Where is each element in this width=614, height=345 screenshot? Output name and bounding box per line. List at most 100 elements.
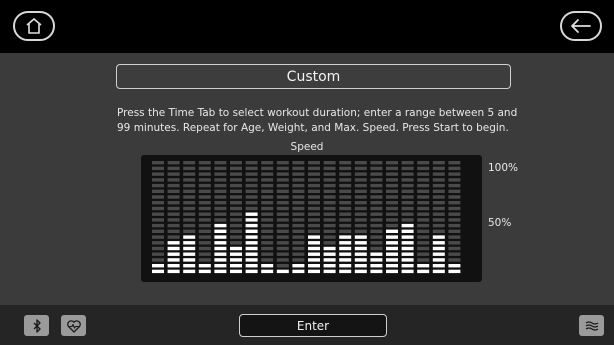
- bar-segment-unlit: [183, 195, 196, 199]
- bar-segment-unlit: [261, 183, 274, 188]
- heart-rate-button[interactable]: [61, 315, 86, 336]
- speed-bar[interactable]: [354, 161, 367, 274]
- bluetooth-button[interactable]: [24, 315, 49, 336]
- speed-bar[interactable]: [167, 161, 180, 274]
- speed-bar[interactable]: [261, 161, 274, 274]
- speed-chart[interactable]: [141, 155, 482, 282]
- bar-segment-lit: [245, 269, 258, 274]
- speed-bar[interactable]: [214, 161, 227, 274]
- bar-segment-unlit: [354, 178, 367, 182]
- bar-segment-unlit: [292, 161, 305, 165]
- enter-button[interactable]: Enter: [239, 314, 387, 337]
- speed-bar[interactable]: [339, 161, 352, 274]
- speed-bar[interactable]: [417, 161, 430, 274]
- bar-segment-lit: [432, 246, 445, 251]
- bar-segment-unlit: [370, 223, 383, 228]
- bar-segment-lit: [230, 246, 242, 251]
- bar-segment-unlit: [323, 166, 336, 171]
- speed-bar[interactable]: [292, 161, 305, 274]
- bar-segment-unlit: [354, 189, 367, 193]
- bar-segment-unlit: [152, 212, 164, 216]
- bar-segment-unlit: [417, 241, 430, 245]
- bar-segment-unlit: [292, 166, 305, 171]
- bar-segment-unlit: [152, 223, 164, 228]
- speed-bar[interactable]: [198, 161, 211, 274]
- bar-segment-unlit: [323, 189, 336, 193]
- bar-segment-lit: [198, 269, 211, 274]
- speed-bar[interactable]: [370, 161, 383, 274]
- home-button[interactable]: [13, 11, 55, 41]
- speed-bar[interactable]: [230, 161, 242, 274]
- bar-segment-lit: [167, 246, 180, 251]
- bar-segment-unlit: [323, 218, 336, 222]
- bar-segment-unlit: [370, 229, 383, 233]
- bar-segment-unlit: [417, 183, 430, 188]
- bar-segment-lit: [183, 269, 196, 274]
- bar-segment-lit: [245, 252, 258, 256]
- bar-segment-unlit: [167, 166, 180, 171]
- bar-segment-unlit: [230, 161, 242, 165]
- bar-segment-lit: [386, 264, 398, 268]
- speed-bar[interactable]: [386, 161, 398, 274]
- bar-segment-unlit: [276, 229, 289, 233]
- bar-segment-unlit: [401, 172, 414, 176]
- bar-segment-unlit: [417, 212, 430, 216]
- bar-segment-unlit: [152, 218, 164, 222]
- bar-segment-unlit: [401, 218, 414, 222]
- bar-segment-lit: [339, 235, 352, 239]
- bar-segment-lit: [432, 241, 445, 245]
- bar-segment-unlit: [292, 223, 305, 228]
- bar-segment-lit: [308, 241, 320, 245]
- bar-segment-unlit: [167, 235, 180, 239]
- speed-bar[interactable]: [245, 161, 258, 274]
- bar-segment-unlit: [401, 201, 414, 205]
- bar-segment-unlit: [339, 178, 352, 182]
- bar-segment-lit: [354, 252, 367, 256]
- bar-segment-unlit: [167, 206, 180, 211]
- bar-segment-unlit: [308, 212, 320, 216]
- bar-segment-unlit: [386, 183, 398, 188]
- ytick-label-100: 100%: [488, 162, 519, 174]
- bar-segment-lit: [167, 241, 180, 245]
- bar-segment-unlit: [214, 183, 227, 188]
- bar-segment-unlit: [152, 183, 164, 188]
- bar-segment-lit: [386, 258, 398, 262]
- bar-segment-unlit: [417, 201, 430, 205]
- bar-segment-lit: [432, 258, 445, 262]
- bar-segment-unlit: [323, 172, 336, 176]
- bar-segment-unlit: [276, 189, 289, 193]
- bar-segment-unlit: [354, 212, 367, 216]
- bar-segment-unlit: [198, 246, 211, 251]
- speed-bar[interactable]: [183, 161, 196, 274]
- speed-bar[interactable]: [448, 161, 461, 274]
- bar-segment-unlit: [183, 212, 196, 216]
- speed-bar[interactable]: [432, 161, 445, 274]
- bar-segment-unlit: [292, 258, 305, 262]
- bar-segment-unlit: [417, 189, 430, 193]
- bar-segment-lit: [214, 229, 227, 233]
- bar-segment-lit: [386, 246, 398, 251]
- speed-bar[interactable]: [401, 161, 414, 274]
- bar-segment-unlit: [230, 172, 242, 176]
- back-button[interactable]: [560, 11, 602, 41]
- speed-bar[interactable]: [308, 161, 320, 274]
- chart-title: Speed: [290, 141, 324, 153]
- bar-segment-unlit: [261, 246, 274, 251]
- bar-segment-unlit: [386, 206, 398, 211]
- bar-segment-unlit: [214, 172, 227, 176]
- bar-segment-lit: [261, 269, 274, 274]
- speed-bar[interactable]: [276, 161, 289, 274]
- speed-bar[interactable]: [323, 161, 336, 274]
- bar-segment-lit: [276, 269, 289, 274]
- bar-segment-unlit: [276, 183, 289, 188]
- speed-bar[interactable]: [152, 161, 164, 274]
- bar-segment-unlit: [198, 189, 211, 193]
- bar-segment-unlit: [323, 206, 336, 211]
- bar-segment-unlit: [401, 166, 414, 171]
- bar-segment-unlit: [308, 206, 320, 211]
- bar-segment-unlit: [261, 241, 274, 245]
- bar-segment-lit: [386, 269, 398, 274]
- bar-segment-lit: [354, 264, 367, 268]
- fan-button[interactable]: [579, 315, 604, 336]
- bar-segment-lit: [401, 264, 414, 268]
